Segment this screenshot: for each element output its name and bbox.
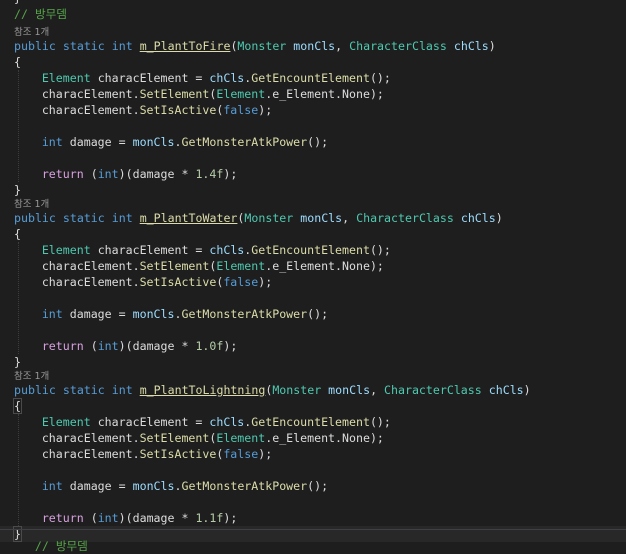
damage-factor: 1.4f bbox=[195, 167, 224, 181]
indent-guide bbox=[18, 414, 19, 526]
code-line-close-brace[interactable]: } bbox=[0, 354, 626, 370]
open-brace: { bbox=[14, 55, 21, 69]
code-line[interactable]: characElement.SetElement(Element.e_Eleme… bbox=[0, 258, 626, 274]
code-line[interactable]: return (int)(damage * 1.1f); bbox=[0, 510, 626, 526]
method-signature[interactable]: public static int m_PlantToWater(Monster… bbox=[0, 210, 626, 226]
open-brace: { bbox=[14, 227, 21, 241]
code-line[interactable]: Element characElement = chCls.GetEncount… bbox=[0, 70, 626, 86]
code-line-partial[interactable]: // 방무뎀 bbox=[0, 538, 626, 554]
code-line[interactable]: int damage = monCls.GetMonsterAtkPower()… bbox=[0, 306, 626, 322]
method-name: m_PlantToWater bbox=[139, 211, 238, 225]
method-signature[interactable]: public static int m_PlantToFire(Monster … bbox=[0, 38, 626, 54]
damage-factor: 1.1f bbox=[195, 511, 224, 525]
code-line-open-brace[interactable]: { bbox=[0, 398, 626, 414]
indent-guide bbox=[18, 242, 19, 354]
damage-factor: 1.0f bbox=[195, 339, 224, 353]
code-line[interactable]: characElement.SetIsActive(false); bbox=[0, 274, 626, 290]
code-line-comment[interactable]: // 방무뎀 bbox=[0, 6, 626, 22]
code-line[interactable]: Element characElement = chCls.GetEncount… bbox=[0, 242, 626, 258]
code-line[interactable]: characElement.SetElement(Element.e_Eleme… bbox=[0, 86, 626, 102]
code-line-open-brace[interactable]: { bbox=[0, 226, 626, 242]
editor-split-line bbox=[0, 529, 626, 530]
code-line[interactable]: return (int)(damage * 1.4f); bbox=[0, 166, 626, 182]
code-line-close-brace[interactable]: } bbox=[0, 182, 626, 198]
section-comment: // 방무뎀 bbox=[14, 7, 67, 21]
close-brace: } bbox=[14, 183, 21, 197]
section-comment-partial: // 방무뎀 bbox=[34, 539, 88, 553]
code-line[interactable]: Element characElement = chCls.GetEncount… bbox=[0, 414, 626, 430]
code-line[interactable]: int damage = monCls.GetMonsterAtkPower()… bbox=[0, 134, 626, 150]
code-line[interactable]: int damage = monCls.GetMonsterAtkPower()… bbox=[0, 478, 626, 494]
open-brace: { bbox=[13, 398, 22, 414]
code-line[interactable]: characElement.SetIsActive(false); bbox=[0, 446, 626, 462]
indent-guide bbox=[18, 70, 19, 182]
method-signature[interactable]: public static int m_PlantToLightning(Mon… bbox=[0, 382, 626, 398]
code-editor[interactable]: }// 방무뎀참조 1개public static int m_PlantToF… bbox=[0, 0, 626, 553]
method-name: m_PlantToFire bbox=[139, 39, 231, 53]
closing-brace: } bbox=[14, 0, 21, 5]
code-line-open-brace[interactable]: { bbox=[0, 54, 626, 70]
method-name: m_PlantToLightning bbox=[139, 383, 266, 397]
close-brace: } bbox=[14, 355, 21, 369]
code-line[interactable]: return (int)(damage * 1.0f); bbox=[0, 338, 626, 354]
code-line[interactable]: characElement.SetElement(Element.e_Eleme… bbox=[0, 430, 626, 446]
code-line[interactable]: characElement.SetIsActive(false); bbox=[0, 102, 626, 118]
